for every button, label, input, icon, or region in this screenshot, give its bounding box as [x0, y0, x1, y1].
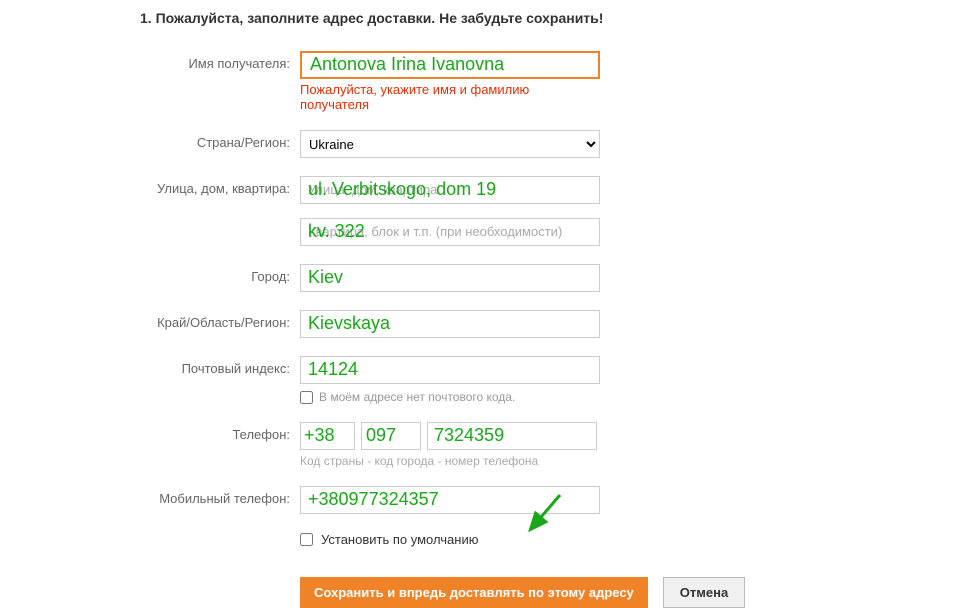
- city-input[interactable]: [300, 264, 600, 292]
- recipient-error: Пожалуйста, укажите имя и фамилию получа…: [300, 82, 600, 112]
- phone-country-input[interactable]: [300, 422, 355, 450]
- phone-helper: Код страны - код города - номер телефона: [300, 454, 600, 468]
- country-label: Страна/Регион:: [0, 130, 300, 150]
- postal-label: Почтовый индекс:: [0, 356, 300, 376]
- phone-label: Телефон:: [0, 422, 300, 442]
- mobile-label: Мобильный телефон:: [0, 486, 300, 506]
- country-select[interactable]: Ukraine: [300, 130, 600, 158]
- save-button[interactable]: Сохранить и впредь доставлять по этому а…: [300, 577, 648, 608]
- recipient-label: Имя получателя:: [0, 51, 300, 71]
- cancel-button[interactable]: Отмена: [663, 577, 745, 608]
- street2-input[interactable]: [300, 218, 600, 246]
- default-label: Установить по умолчанию: [321, 532, 478, 547]
- mobile-input[interactable]: [300, 486, 600, 514]
- street1-input[interactable]: [300, 176, 600, 204]
- city-label: Город:: [0, 264, 300, 284]
- street-label: Улица, дом, квартира:: [0, 176, 300, 196]
- default-checkbox[interactable]: [300, 533, 313, 546]
- region-label: Край/Область/Регион:: [0, 310, 300, 330]
- phone-area-input[interactable]: [361, 422, 421, 450]
- phone-number-input[interactable]: [427, 422, 597, 450]
- recipient-input[interactable]: [300, 51, 600, 79]
- no-postal-label: В моём адресе нет почтового кода.: [319, 390, 515, 404]
- no-postal-checkbox[interactable]: [300, 391, 313, 404]
- address-form: Имя получателя: Antonova Irina Ivanovna …: [0, 51, 964, 608]
- postal-input[interactable]: [300, 356, 600, 384]
- region-input[interactable]: [300, 310, 600, 338]
- form-heading: 1. Пожалуйста, заполните адрес доставки.…: [140, 10, 964, 26]
